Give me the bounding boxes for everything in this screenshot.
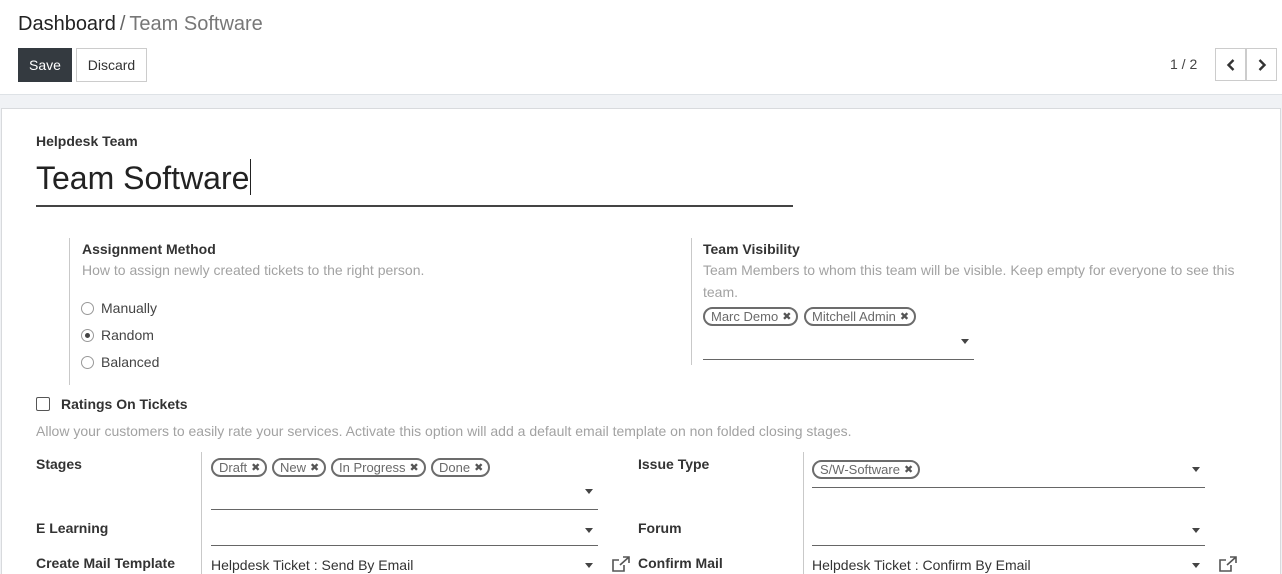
ratings-checkbox[interactable]	[36, 397, 50, 411]
radio-button[interactable]	[81, 355, 94, 369]
assignment-method-help: How to assign newly created tickets to t…	[82, 262, 425, 278]
remove-tag-icon[interactable]: ✖	[310, 461, 319, 474]
remove-tag-icon[interactable]: ✖	[900, 310, 909, 323]
caret-down-icon[interactable]	[1192, 528, 1200, 533]
stages-input[interactable]	[211, 509, 598, 510]
chevron-right-icon	[1258, 58, 1266, 71]
create-mail-template-input[interactable]: Helpdesk Ticket : Send By Email	[211, 557, 413, 573]
tag-label: Draft	[219, 460, 248, 475]
caret-down-icon[interactable]	[585, 528, 593, 533]
tag-marc-demo: Marc Demo ✖	[703, 307, 799, 326]
assignment-method-label: Assignment Method	[82, 241, 216, 257]
radio-label: Balanced	[101, 354, 160, 370]
breadcrumb: Dashboard / Team Software	[18, 13, 263, 36]
issue-type-input[interactable]	[812, 487, 1205, 488]
radio-balanced[interactable]: Balanced	[81, 353, 159, 371]
radio-manually[interactable]: Manually	[81, 299, 157, 317]
team-name-underline	[36, 205, 793, 207]
team-visibility-label: Team Visibility	[703, 241, 800, 257]
breadcrumb-separator: /	[119, 13, 126, 35]
breadcrumb-dashboard-link[interactable]: Dashboard	[18, 13, 116, 35]
stages-label: Stages	[36, 456, 82, 472]
caret-down-icon[interactable]	[1192, 467, 1200, 472]
assignment-group-border	[69, 238, 70, 385]
tag-label: Done	[439, 460, 471, 475]
discard-button[interactable]: Discard	[76, 48, 147, 82]
tag-label: Marc Demo	[711, 309, 779, 324]
tag-label: S/W-Software	[820, 462, 900, 477]
create-mail-template-label: Create Mail Template	[36, 555, 176, 571]
save-button[interactable]: Save	[18, 48, 72, 82]
confirm-mail-label: Confirm Mail	[638, 555, 723, 571]
visibility-group-border	[691, 238, 692, 365]
caret-down-icon[interactable]	[961, 339, 969, 344]
helpdesk-team-label: Helpdesk Team	[36, 133, 138, 149]
radio-dot	[85, 332, 90, 338]
tag-in-progress: In Progress ✖	[331, 458, 426, 477]
tag-mitchell-admin: Mitchell Admin ✖	[804, 307, 917, 326]
team-name-value: Team Software	[36, 160, 250, 196]
tag-new: New ✖	[272, 458, 327, 477]
radio-label: Random	[101, 327, 154, 343]
text-cursor	[250, 159, 252, 195]
pager-next-button[interactable]	[1246, 48, 1277, 81]
caret-down-icon[interactable]	[1192, 563, 1200, 568]
tag-done: Done ✖	[431, 458, 491, 477]
external-link-icon[interactable]	[611, 556, 631, 572]
issue-type-column-border	[803, 452, 804, 574]
radio-random[interactable]: Random	[81, 326, 154, 344]
radio-button-selected[interactable]	[81, 328, 94, 342]
caret-down-icon[interactable]	[585, 489, 593, 494]
stages-column-border	[201, 452, 202, 574]
tag-draft: Draft ✖	[211, 458, 268, 477]
external-link-icon[interactable]	[1218, 556, 1238, 572]
remove-tag-icon[interactable]: ✖	[904, 463, 913, 476]
tag-label: Mitchell Admin	[812, 309, 896, 324]
team-name-input[interactable]: Team Software	[36, 159, 252, 197]
confirm-mail-input[interactable]: Helpdesk Ticket : Confirm By Email	[812, 557, 1031, 573]
issue-type-label: Issue Type	[638, 456, 710, 472]
elearning-label: E Learning	[36, 520, 109, 536]
chevron-left-icon	[1226, 58, 1234, 71]
remove-tag-icon[interactable]: ✖	[409, 461, 418, 474]
team-visibility-help: Team Members to whom this team will be v…	[703, 262, 1235, 300]
pager-previous-button[interactable]	[1215, 48, 1246, 81]
elearning-input[interactable]	[211, 545, 598, 546]
forum-label: Forum	[638, 520, 682, 536]
caret-down-icon[interactable]	[585, 563, 593, 568]
remove-tag-icon[interactable]: ✖	[782, 310, 791, 323]
tag-label: In Progress	[339, 460, 406, 475]
breadcrumb-current: Team Software	[129, 13, 263, 35]
team-visibility-input[interactable]	[703, 359, 974, 360]
control-panel: Dashboard / Team Software Save Discard 1 /…	[0, 0, 1282, 95]
radio-button[interactable]	[81, 301, 94, 315]
forum-input[interactable]	[812, 545, 1205, 546]
radio-label: Manually	[101, 300, 158, 316]
remove-tag-icon[interactable]: ✖	[251, 461, 260, 474]
tag-label: New	[280, 460, 307, 475]
remove-tag-icon[interactable]: ✖	[474, 461, 483, 474]
tag-sw-software: S/W-Software ✖	[812, 460, 921, 479]
pager-value[interactable]: 1 / 2	[1170, 56, 1197, 72]
ratings-label: Ratings On Tickets	[61, 396, 188, 412]
ratings-help: Allow your customers to easily rate your…	[36, 423, 852, 439]
